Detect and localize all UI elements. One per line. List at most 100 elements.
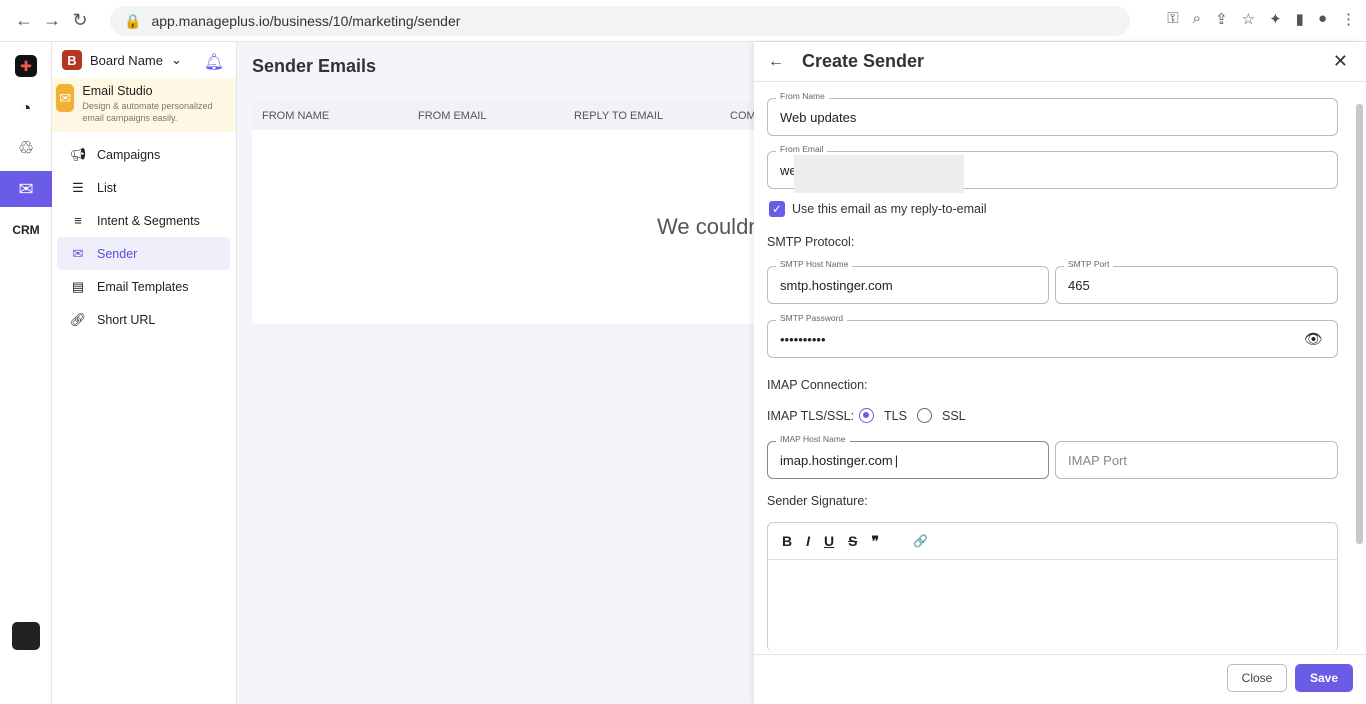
sender-table: FROM NAME FROM EMAIL REPLY TO EMAIL COM … [252, 102, 772, 324]
label: Email Templates [97, 279, 189, 294]
studio-title: Email Studio [82, 84, 153, 98]
segments-icon[interactable]: ♲ [0, 130, 52, 166]
lock-icon: 🔒 [124, 12, 142, 29]
address-bar[interactable]: 🔒 app.manageplus.io/business/10/marketing… [110, 6, 1130, 36]
share-icon[interactable]: ⇪ [1215, 10, 1228, 28]
sender-icon: ✉ [72, 245, 84, 261]
label: List [97, 180, 117, 195]
back-arrow-icon[interactable]: ← [768, 53, 784, 71]
sidebar-item-intent-segments[interactable]: ≡ Intent & Segments [57, 204, 230, 237]
user-avatar[interactable] [0, 618, 52, 654]
template-icon: ▤ [71, 278, 85, 294]
column-header: FROM NAME [262, 110, 330, 122]
back-icon[interactable]: ← [10, 10, 38, 31]
close-icon[interactable]: ✕ [1333, 51, 1348, 72]
underline-icon[interactable]: U [824, 533, 834, 549]
italic-icon[interactable]: I [806, 533, 810, 549]
field-value: 465 [1068, 277, 1090, 293]
field-label: From Email [776, 144, 828, 154]
menu-icon[interactable]: ⋮ [1341, 10, 1356, 28]
apps-logo-icon[interactable]: ✚ [0, 48, 52, 84]
smtp-host-field[interactable]: SMTP Host Name smtp.hostinger.com [767, 259, 1049, 304]
main-content: Sender Emails FROM NAME FROM EMAIL REPLY… [237, 42, 772, 704]
dashboard-gauge-icon[interactable]: ◔ [0, 90, 52, 126]
field-value: imap.hostinger.com [780, 452, 893, 468]
field-value: smtp.hostinger.com [780, 277, 893, 293]
crm-icon[interactable]: CRM [0, 212, 52, 248]
studio-desc: Design & automate personalized email cam… [82, 101, 213, 123]
column-header: COM [730, 110, 756, 122]
lines-icon: ≡ [74, 213, 82, 228]
eye-icon[interactable]: 👁︎ [1304, 330, 1323, 348]
placeholder: IMAP Port [1068, 452, 1128, 468]
label: Short URL [97, 312, 156, 327]
field-value: Web updates [780, 109, 857, 125]
imap-heading: IMAP Connection: [767, 378, 868, 392]
close-button[interactable]: Close [1227, 664, 1287, 692]
star-icon[interactable]: ☆ [1242, 10, 1255, 28]
signature-editor[interactable]: B I U S ❞ 🔗 [767, 522, 1338, 652]
tls-label: TLS [884, 409, 907, 423]
quote-icon[interactable]: ❞ [871, 533, 879, 550]
sidebar-item-list[interactable]: ☰ List [57, 171, 230, 204]
extensions-icon[interactable]: ✦ [1269, 10, 1282, 28]
forward-icon[interactable]: → [38, 10, 66, 31]
table-header: FROM NAME FROM EMAIL REPLY TO EMAIL COM [252, 102, 772, 130]
field-label: SMTP Host Name [776, 259, 853, 269]
sidebar-item-short-url[interactable]: 🔗︎ Short URL [57, 303, 230, 336]
editor-toolbar: B I U S ❞ 🔗 [768, 523, 1337, 560]
board-logo: B [62, 50, 82, 70]
sidebar: B Board Name ⌄ 🔔︎ ✉ Email Studio Design & a… [52, 42, 237, 704]
smtp-heading: SMTP Protocol: [767, 235, 855, 249]
list-icon: ☰ [72, 179, 84, 195]
reload-icon[interactable]: ↻ [66, 10, 94, 31]
column-header: FROM EMAIL [418, 110, 487, 122]
strikethrough-icon[interactable]: S [848, 533, 857, 549]
imap-host-field[interactable]: IMAP Host Name imap.hostinger.com | [767, 434, 1049, 479]
link-icon: 🔗︎ [69, 311, 87, 327]
link-icon[interactable]: 🔗 [913, 534, 928, 548]
bold-icon[interactable]: B [782, 533, 792, 549]
save-button[interactable]: Save [1295, 664, 1353, 692]
from-name-field[interactable]: From Name Web updates [767, 91, 1338, 136]
key-icon[interactable]: ⚿ [1167, 10, 1178, 28]
sidepanel-icon[interactable]: ▮ [1296, 10, 1304, 28]
megaphone-icon: 📢︎ [69, 146, 87, 162]
field-label: SMTP Password [776, 313, 848, 323]
field-label: SMTP Port [1064, 259, 1114, 269]
field-value: •••••••••• [780, 331, 826, 347]
sidebar-item-campaigns[interactable]: 📢︎ Campaigns [57, 138, 230, 171]
imap-tls-label: IMAP TLS/SSL: [767, 409, 855, 423]
bell-icon[interactable]: 🔔︎ [204, 52, 224, 72]
zoom-icon[interactable]: ⌕ [1193, 10, 1201, 28]
create-sender-panel: ← Create Sender ✕ From Name Web updates Fro… [754, 42, 1366, 704]
page-title: Sender Emails [252, 56, 377, 76]
reply-to-checkbox[interactable]: ✓ [769, 201, 785, 217]
label: Intent & Segments [97, 213, 200, 228]
column-header: REPLY TO EMAIL [574, 110, 664, 122]
url-text: app.manageplus.io/business/10/marketing/… [151, 13, 461, 29]
ssl-label: SSL [942, 409, 966, 423]
ssl-radio[interactable] [917, 408, 932, 423]
app-rail: ✚ ◔ ♲ ✉ CRM [0, 42, 52, 704]
smtp-password-field[interactable]: SMTP Password •••••••••• 👁︎ [767, 313, 1338, 358]
scrollbar[interactable] [1354, 92, 1364, 642]
signature-heading: Sender Signature: [767, 494, 868, 508]
field-label: From Name [776, 91, 829, 101]
email-studio-banner: ✉ Email Studio Design & automate personal… [52, 78, 236, 132]
email-studio-icon: ✉ [56, 84, 75, 112]
email-studio-icon[interactable]: ✉ [0, 171, 52, 207]
label: Campaigns [97, 147, 161, 162]
empty-state-text: We couldn [657, 214, 761, 239]
sidebar-item-email-templates[interactable]: ▤ Email Templates [57, 270, 230, 303]
browser-bar: ← → ↻ 🔒 app.manageplus.io/business/10/mar… [0, 0, 1366, 42]
smtp-port-field[interactable]: SMTP Port 465 [1055, 259, 1338, 304]
reply-to-label: Use this email as my reply-to-email [792, 202, 987, 216]
tls-radio[interactable] [859, 408, 874, 423]
field-label: IMAP Host Name [776, 434, 850, 444]
redacted-area [794, 155, 964, 193]
imap-port-field[interactable]: IMAP Port [1055, 441, 1338, 479]
profile-avatar[interactable]: ● [1318, 10, 1327, 28]
panel-footer: Close Save [754, 654, 1366, 704]
sidebar-item-sender[interactable]: ✉ Sender [57, 237, 230, 270]
